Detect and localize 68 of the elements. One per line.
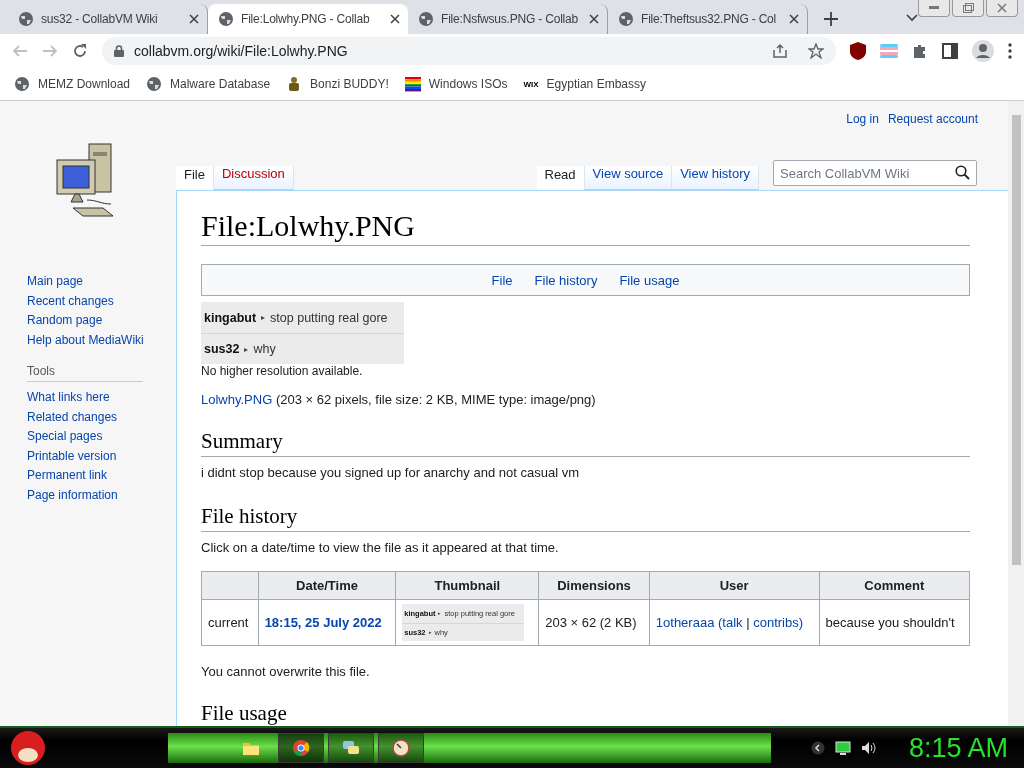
column-header: Dimensions bbox=[538, 571, 650, 600]
bookmark[interactable]: Bonzi BUDDY! bbox=[286, 76, 389, 92]
bookmark[interactable]: WIX Egyptian Embassy bbox=[523, 77, 646, 91]
table-cell: 203 × 62 (2 KB) bbox=[538, 599, 650, 646]
sidebar-link[interactable]: Recent changes bbox=[27, 291, 176, 311]
file-info: Lolwhy.PNG (203 × 62 pixels, file size: 2 KB, MIME type: image/png) bbox=[201, 392, 597, 407]
bookmark[interactable]: Windows ISOs bbox=[404, 76, 508, 92]
talk-link[interactable]: talk bbox=[722, 615, 743, 631]
sidebar-link[interactable]: Random page bbox=[27, 311, 176, 331]
sidebar-heading: Tools bbox=[27, 364, 143, 382]
logo-icon: WIX bbox=[523, 79, 539, 89]
date-link[interactable]: 18:15, 25 July 2022 bbox=[264, 615, 382, 631]
sidebar-link[interactable]: What links here bbox=[27, 388, 176, 408]
browser-tab[interactable]: File:Lolwhy.PNG - Collab bbox=[208, 4, 408, 34]
overwrite-note: You cannot overwrite this file. bbox=[201, 664, 371, 680]
history-note: Click on a date/time to view the file as it appeared at that time. bbox=[201, 540, 560, 555]
section-heading: Summary bbox=[201, 429, 970, 457]
view-tab[interactable]: Read bbox=[536, 166, 585, 190]
bookmark-label: Windows ISOs bbox=[428, 77, 508, 91]
address-bar[interactable]: collabvm.org/wiki/File:Lolwhy.PNG bbox=[102, 37, 836, 65]
bookmark[interactable]: Malware Database bbox=[146, 76, 271, 92]
column-header: User bbox=[649, 571, 820, 600]
user-link[interactable]: 1otheraaa bbox=[655, 615, 715, 631]
bookmark[interactable]: MEMZ Download bbox=[14, 76, 131, 92]
section-heading: File history bbox=[201, 504, 970, 532]
sidebar-link[interactable]: Main page bbox=[27, 272, 176, 292]
view-tab[interactable]: View source bbox=[584, 166, 673, 190]
chat-username: sus32 bbox=[204, 342, 240, 356]
file-menu-link[interactable]: File bbox=[491, 272, 513, 288]
sidebar-link[interactable]: Related changes bbox=[27, 407, 176, 427]
browser-tab[interactable]: sus32 - CollabVM Wiki bbox=[8, 4, 208, 34]
summary-text: i didnt stop because you signed up for anarchy and not casual vm bbox=[201, 465, 580, 480]
file-menu-link[interactable]: File history bbox=[534, 272, 598, 288]
chat-message: stop putting real gore bbox=[270, 310, 388, 325]
column-header: Thumbnail bbox=[395, 571, 539, 600]
browser-tab[interactable]: File:Theftsus32.PNG - Col bbox=[608, 4, 808, 34]
bookmark-label: MEMZ Download bbox=[38, 77, 131, 91]
file-menu-link[interactable]: File usage bbox=[619, 272, 680, 288]
browser-tab[interactable]: File:Nsfwsus.PNG - Collab bbox=[408, 4, 608, 34]
sidebar-link[interactable]: Permanent link bbox=[27, 466, 176, 486]
section-heading: File usage bbox=[201, 701, 288, 726]
punctuation: ( bbox=[718, 615, 723, 631]
account-link[interactable]: Request account bbox=[887, 112, 978, 136]
sidebar-link[interactable]: Page information bbox=[27, 485, 176, 505]
view-tab[interactable]: View history bbox=[672, 166, 759, 190]
image-filename-link[interactable]: Lolwhy.PNG bbox=[201, 392, 273, 407]
chat-message: why bbox=[253, 342, 276, 356]
sidebar-link[interactable]: Special pages bbox=[27, 427, 176, 447]
table-cell: because you shouldn't bbox=[819, 599, 970, 646]
contribs-link[interactable]: contribs bbox=[753, 615, 799, 631]
sidebar-link[interactable]: Printable version bbox=[27, 446, 176, 466]
bookmark-label: Bonzi BUDDY! bbox=[310, 77, 389, 91]
bookmark-label: Egyptian Embassy bbox=[546, 77, 646, 91]
page-tab[interactable]: Discussion bbox=[213, 166, 294, 190]
page-tab[interactable]: File bbox=[176, 166, 214, 190]
punctuation: ) bbox=[798, 615, 804, 631]
resolution-note: No higher resolution available. bbox=[201, 364, 364, 378]
page-title: File:Lolwhy.PNG bbox=[201, 209, 970, 246]
clock-text: 8:15 AM bbox=[908, 732, 1008, 764]
chat-username: kingabut bbox=[204, 310, 257, 325]
account-link[interactable]: Log in bbox=[846, 112, 879, 136]
table-cell: current bbox=[201, 599, 259, 646]
search-field[interactable]: Search CollabVM Wiki bbox=[773, 160, 977, 186]
column-header: Date/Time bbox=[258, 571, 396, 600]
sidebar-link[interactable]: Help about MediaWiki bbox=[27, 330, 176, 350]
bookmark-label: Malware Database bbox=[170, 77, 271, 91]
separator: | bbox=[746, 615, 750, 631]
column-header: Comment bbox=[819, 571, 970, 600]
